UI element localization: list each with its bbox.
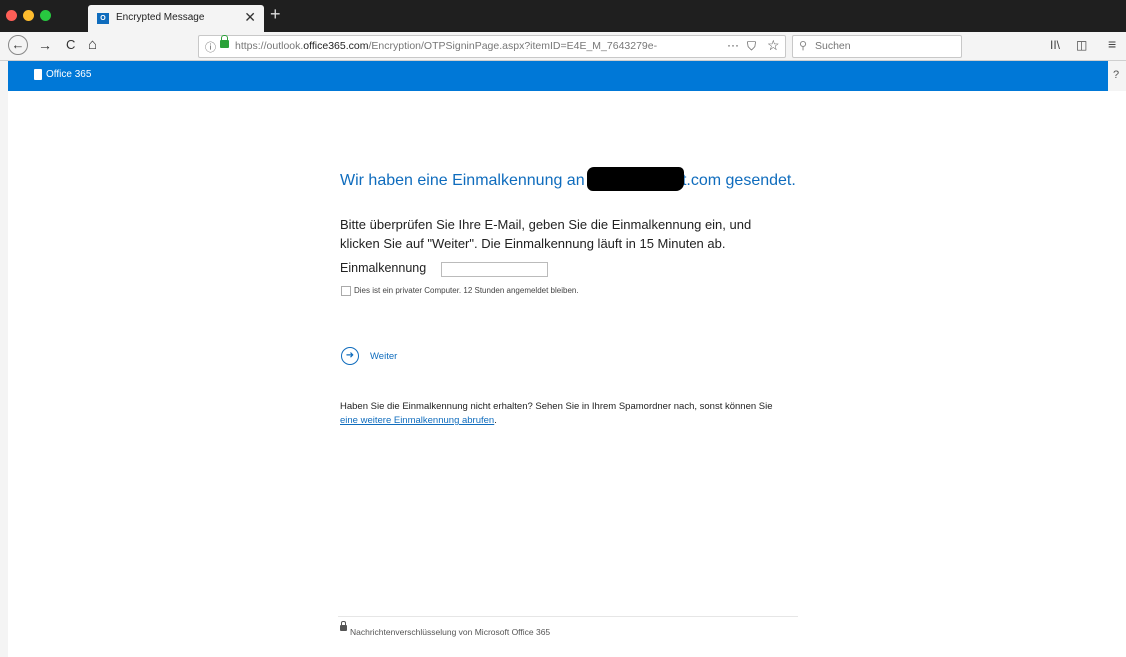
tab-close-icon[interactable]: ✕ (244, 9, 256, 26)
search-bar[interactable]: ⚲ (792, 35, 962, 58)
library-icon[interactable]: II\ (1050, 38, 1060, 52)
page-actions-icon[interactable]: ··· (727, 38, 739, 52)
tab-bar: O Encrypted Message ✕ + (0, 0, 1126, 32)
browser-window: O Encrypted Message ✕ + ← → C ⌂ ⓘ https:… (0, 0, 1126, 657)
tab-encrypted-message[interactable]: O Encrypted Message ✕ (88, 5, 264, 32)
menu-icon[interactable]: ≡ (1108, 36, 1116, 52)
office-header: Office 365 (8, 61, 1118, 91)
lock-icon (340, 621, 347, 631)
bookmark-star-icon[interactable]: ☆ (767, 37, 780, 54)
pocket-icon[interactable]: ⛉ (747, 39, 756, 54)
minimize-window-button[interactable] (23, 10, 34, 21)
search-icon: ⚲ (799, 40, 808, 52)
lock-icon[interactable] (220, 35, 229, 48)
instructions-text: Bitte überprüfen Sie Ihre E-Mail, geben … (340, 217, 752, 251)
office-logo-icon (34, 69, 42, 80)
sidebar-icon[interactable]: ◫ (1076, 38, 1087, 52)
resend-help-text: Haben Sie die Einmalkennung nicht erhalt… (340, 401, 773, 426)
close-window-button[interactable] (6, 10, 17, 21)
footer-divider (338, 616, 798, 617)
navigation-bar: ← → C ⌂ ⓘ https://outlook.office365.com/… (0, 32, 1126, 61)
weiter-button[interactable]: Weiter (370, 351, 397, 362)
frame-left (0, 61, 8, 657)
forward-icon[interactable]: → (38, 37, 52, 53)
arrow-right-icon[interactable]: ➜ (341, 347, 359, 365)
url-bar[interactable]: ⓘ https://outlook.office365.com/Encrypti… (198, 35, 786, 58)
redaction-mark (587, 167, 684, 191)
office-brand: Office 365 (46, 69, 92, 80)
resend-code-link[interactable]: eine weitere Einmalkennung abrufen (340, 415, 494, 426)
maximize-window-button[interactable] (40, 10, 51, 21)
otp-input[interactable] (441, 262, 548, 277)
info-icon[interactable]: ⓘ (205, 39, 216, 55)
help-icon[interactable]: ? (1113, 69, 1119, 81)
outlook-icon: O (97, 13, 109, 24)
tab-title: Encrypted Message (116, 12, 205, 23)
search-input[interactable] (815, 40, 955, 52)
remember-label: Dies ist ein privater Computer. 12 Stund… (354, 286, 579, 295)
new-tab-button[interactable]: + (270, 4, 281, 25)
home-icon[interactable]: ⌂ (88, 37, 97, 53)
url-text[interactable]: https://outlook.office365.com/Encryption… (235, 40, 697, 52)
footer-text: Nachrichtenverschlüsselung von Microsoft… (350, 627, 551, 637)
back-icon[interactable]: ← (8, 35, 28, 55)
remember-checkbox[interactable] (341, 286, 351, 296)
page-title: Wir haben eine Einmalkennung an ot.com g… (340, 172, 796, 189)
otp-label: Einmalkennung (340, 261, 427, 275)
reload-icon[interactable]: C (66, 37, 75, 53)
